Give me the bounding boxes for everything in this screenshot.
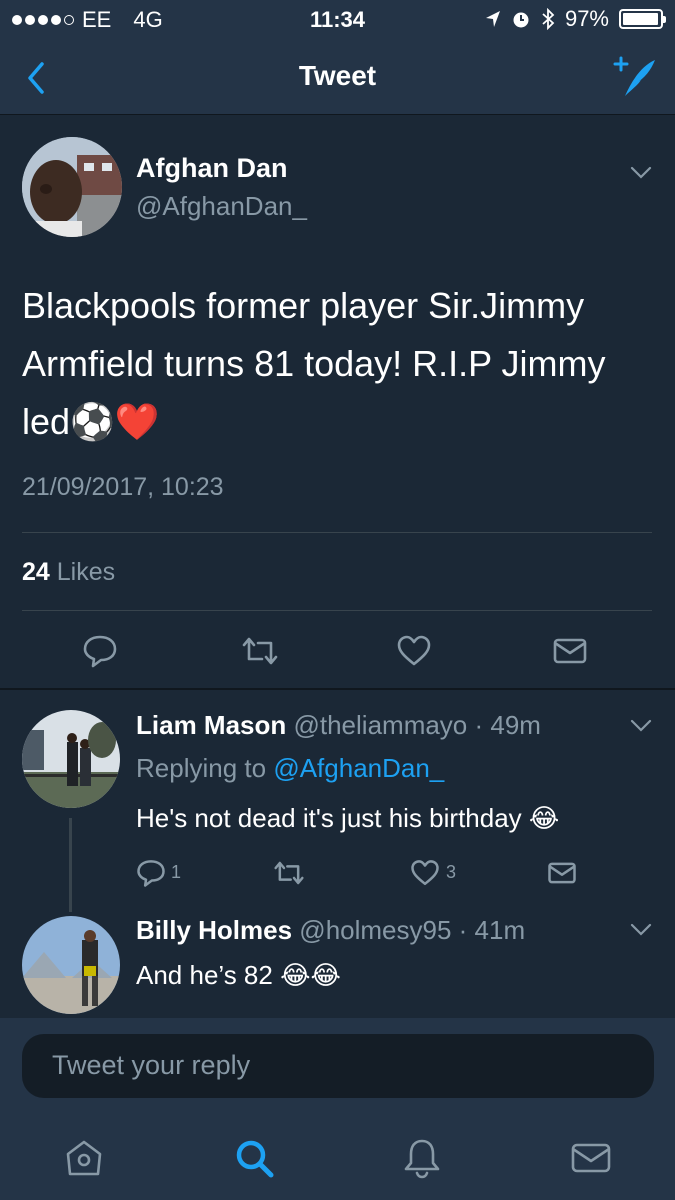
retweet-button[interactable] bbox=[240, 633, 280, 669]
retweet-icon bbox=[242, 637, 278, 665]
replying-to-label: Replying to bbox=[136, 753, 267, 783]
reply-author-handle: @holmesy95 bbox=[299, 915, 452, 945]
avatar-image bbox=[22, 137, 122, 237]
reply-time: 41m bbox=[474, 915, 526, 945]
like-icon bbox=[411, 860, 439, 886]
likes-label: Likes bbox=[56, 558, 116, 586]
avatar-image bbox=[22, 916, 120, 1014]
message-button[interactable] bbox=[547, 858, 577, 888]
compose-tweet-icon bbox=[613, 56, 655, 96]
reply-time: 49m bbox=[490, 710, 541, 740]
avatar-image bbox=[22, 710, 120, 808]
tab-search[interactable] bbox=[232, 1136, 276, 1180]
reply-author[interactable]: Liam Mason @theliammayo · 49m bbox=[136, 710, 541, 741]
avatar[interactable] bbox=[22, 710, 120, 808]
tab-messages[interactable] bbox=[569, 1136, 613, 1180]
page-title: Tweet bbox=[298, 60, 377, 91]
avatar[interactable] bbox=[22, 137, 122, 237]
likes-stat[interactable]: 24 Likes bbox=[22, 558, 115, 587]
avatar[interactable] bbox=[22, 916, 120, 1014]
battery-percent: 97% bbox=[564, 6, 609, 31]
reply-menu-button[interactable] bbox=[629, 718, 653, 734]
battery-icon bbox=[619, 9, 666, 29]
reply-count: 1 bbox=[171, 862, 182, 882]
author-name[interactable]: Afghan Dan bbox=[136, 153, 288, 184]
bluetooth-icon bbox=[542, 8, 555, 30]
retweet-button[interactable] bbox=[272, 858, 306, 888]
author-handle[interactable]: @AfghanDan_ bbox=[136, 191, 307, 222]
divider bbox=[22, 532, 652, 533]
meta-separator: · bbox=[451, 915, 475, 945]
like-button[interactable] bbox=[396, 633, 432, 669]
section-divider bbox=[0, 688, 675, 690]
likes-count: 24 bbox=[22, 558, 50, 586]
home-icon bbox=[66, 1140, 102, 1176]
status-bar-right: 97% bbox=[485, 6, 666, 32]
chevron-down-icon bbox=[630, 923, 652, 936]
reply-button[interactable] bbox=[82, 633, 118, 669]
like-icon bbox=[397, 635, 431, 666]
reply-input[interactable]: Tweet your reply bbox=[22, 1034, 654, 1098]
messages-icon bbox=[571, 1143, 611, 1173]
like-count: 3 bbox=[446, 862, 457, 882]
retweet-icon bbox=[274, 861, 304, 885]
tweet-menu-button[interactable] bbox=[629, 165, 653, 181]
tab-notifications[interactable] bbox=[400, 1136, 444, 1180]
reply-author-name: Billy Holmes bbox=[136, 915, 293, 945]
reply-text: He's not dead it's just his birthday 😂 bbox=[136, 803, 560, 833]
tab-home[interactable] bbox=[62, 1136, 106, 1180]
divider bbox=[22, 610, 652, 611]
tweet-text: Blackpools former player Sir.Jimmy Armfi… bbox=[22, 285, 606, 442]
reply-author-handle: @theliammayo bbox=[293, 710, 468, 740]
reply-menu-button[interactable] bbox=[629, 922, 653, 938]
location-arrow-icon bbox=[485, 11, 500, 27]
notifications-icon bbox=[404, 1139, 440, 1179]
tweet-timestamp: 21/09/2017, 10:23 bbox=[22, 473, 224, 501]
search-icon bbox=[236, 1140, 274, 1178]
battery-fill bbox=[623, 13, 658, 25]
reply-text: And he’s 82 😂😂 bbox=[136, 960, 341, 990]
reply-icon bbox=[83, 635, 117, 668]
thread-line bbox=[69, 818, 72, 912]
status-bar: EE 4G 11:34 97% bbox=[0, 0, 675, 40]
meta-separator: · bbox=[467, 710, 491, 740]
like-button[interactable] bbox=[410, 858, 440, 888]
message-button[interactable] bbox=[552, 633, 588, 669]
reply-icon bbox=[137, 860, 165, 887]
replying-to: Replying to @AfghanDan_ bbox=[136, 753, 444, 784]
reply-author-name: Liam Mason bbox=[136, 710, 287, 740]
chevron-down-icon bbox=[630, 166, 652, 179]
message-icon bbox=[548, 862, 576, 884]
nav-bar: Tweet bbox=[0, 40, 675, 115]
reply-author[interactable]: Billy Holmes @holmesy95 · 41m bbox=[136, 915, 525, 946]
reply-composer: Tweet your reply bbox=[0, 1018, 675, 1106]
mention-link[interactable]: @AfghanDan_ bbox=[273, 753, 444, 783]
chevron-down-icon bbox=[630, 719, 652, 732]
alarm-icon bbox=[513, 12, 529, 28]
message-icon bbox=[553, 638, 587, 664]
reply-button[interactable] bbox=[136, 858, 166, 888]
tab-bar bbox=[0, 1106, 675, 1200]
compose-button[interactable] bbox=[611, 54, 659, 100]
